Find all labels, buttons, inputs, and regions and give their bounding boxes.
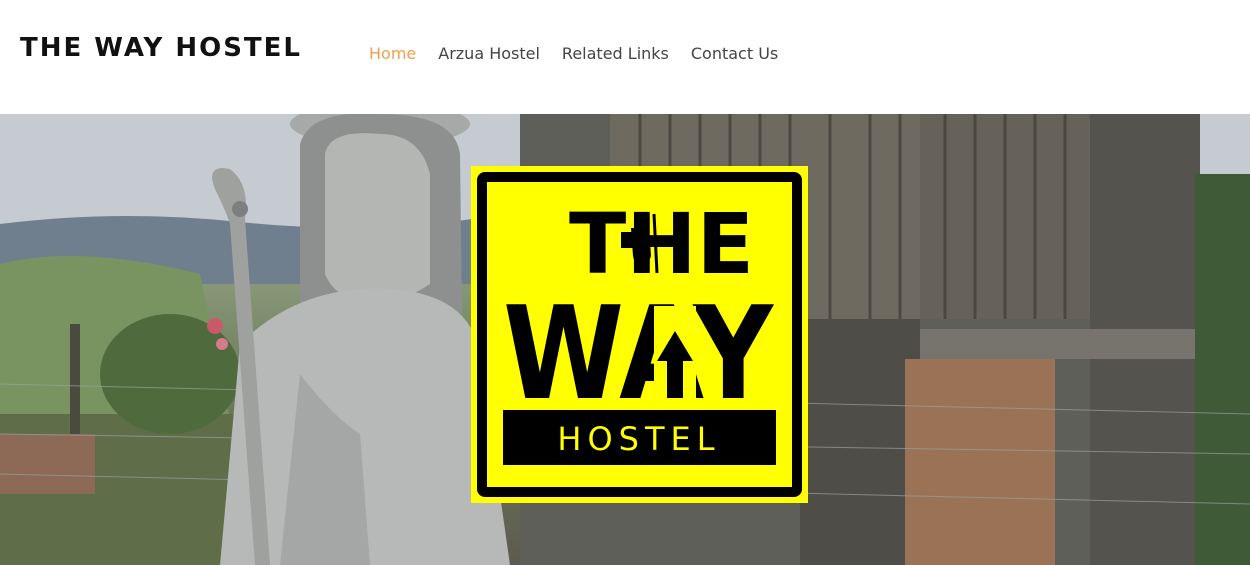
nav-item-home[interactable]: Home [369,43,416,65]
main-nav: Home Arzua Hostel Related Links Contact … [369,43,800,65]
logo-text-the: THE [569,195,754,293]
up-arrow-icon [654,306,696,406]
nav-item-contact-us[interactable]: Contact Us [691,43,778,65]
logo-text-way: WAY [503,280,774,429]
logo-text-hostel: HOSTEL [557,420,720,458]
hero-banner: THE WAY HOSTEL [0,114,1250,565]
nav-item-related-links[interactable]: Related Links [562,43,669,65]
site-title-link[interactable]: THE WAY HOSTEL [20,33,302,63]
the-way-hostel-logo: THE WAY HOSTEL [471,166,808,503]
site-header: THE WAY HOSTEL Home Arzua Hostel Related… [0,0,1250,114]
nav-item-arzua-hostel[interactable]: Arzua Hostel [438,43,540,65]
